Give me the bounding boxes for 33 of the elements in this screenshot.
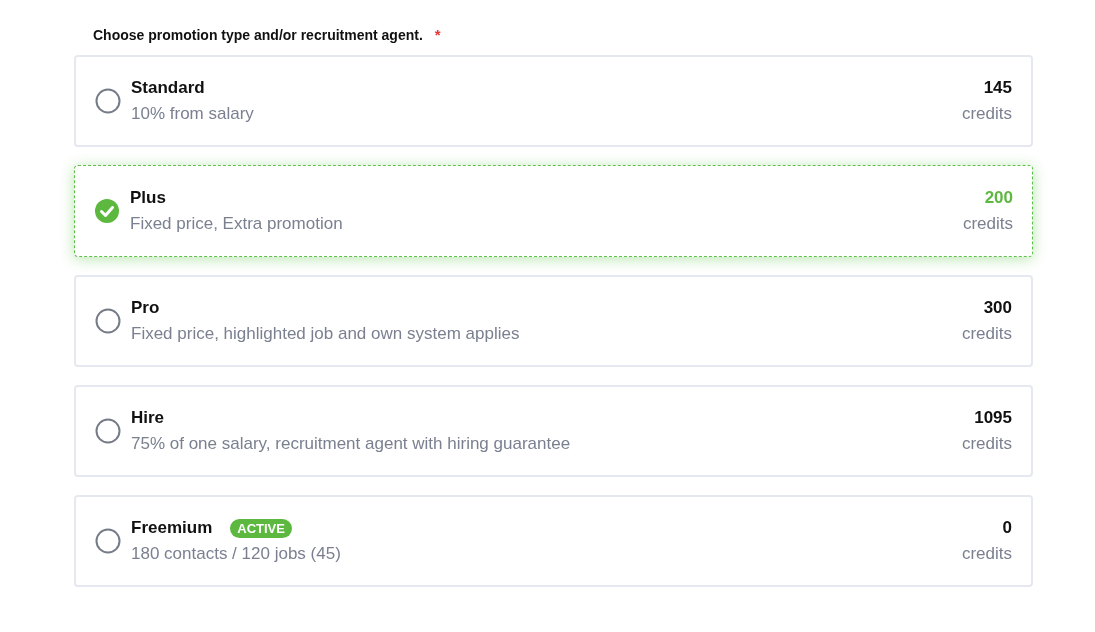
- option-description: 75% of one salary, recruitment agent with hiring guarantee: [131, 434, 572, 454]
- radio-icon[interactable]: [95, 88, 121, 114]
- option-title: Standard: [131, 78, 205, 98]
- price-unit: credits: [962, 214, 1013, 234]
- option-description: 180 contacts / 120 jobs (45): [131, 544, 342, 564]
- field-label: Choose promotion type and/or recruitment agent.: [93, 26, 423, 43]
- option-card[interactable]: Pro Fixed price, highlighted job and own system applies 300 credits: [74, 275, 1033, 367]
- option-title: Pro: [131, 298, 160, 318]
- option-description: 10% from salary: [131, 104, 255, 124]
- radio-icon[interactable]: [95, 528, 121, 554]
- checked-radio-icon[interactable]: [94, 198, 120, 224]
- price-unit: credits: [961, 104, 1012, 124]
- option-title: Freemium: [131, 518, 213, 538]
- option-title: Hire: [131, 408, 165, 428]
- required-mark: *: [434, 26, 441, 43]
- price-unit: credits: [961, 324, 1012, 344]
- price-value: 200: [984, 188, 1013, 208]
- price-value: 145: [983, 78, 1012, 98]
- option-title: Plus: [130, 188, 166, 208]
- option-card[interactable]: Hire 75% of one salary, recruitment agent with hiring guarantee 1095 credits: [74, 385, 1033, 477]
- price-unit: credits: [961, 434, 1012, 454]
- radio-icon[interactable]: [95, 418, 121, 444]
- option-card[interactable]: Standard 10% from salary 145 credits: [74, 55, 1033, 147]
- option-card[interactable]: Plus Fixed price, Extra promotion 200 credits: [74, 165, 1033, 257]
- radio-icon[interactable]: [95, 308, 121, 334]
- option-card[interactable]: Freemium ACTIVE 180 contacts / 120 jobs (45) 0 credits: [74, 495, 1033, 587]
- price-value: 1095: [974, 408, 1012, 428]
- price-value: 0: [1002, 518, 1012, 538]
- status-badge: ACTIVE: [230, 518, 292, 538]
- option-description: Fixed price, Extra promotion: [130, 214, 344, 234]
- option-description: Fixed price, highlighted job and own system applies: [131, 324, 521, 344]
- price-value: 300: [983, 298, 1012, 318]
- price-unit: credits: [961, 544, 1012, 564]
